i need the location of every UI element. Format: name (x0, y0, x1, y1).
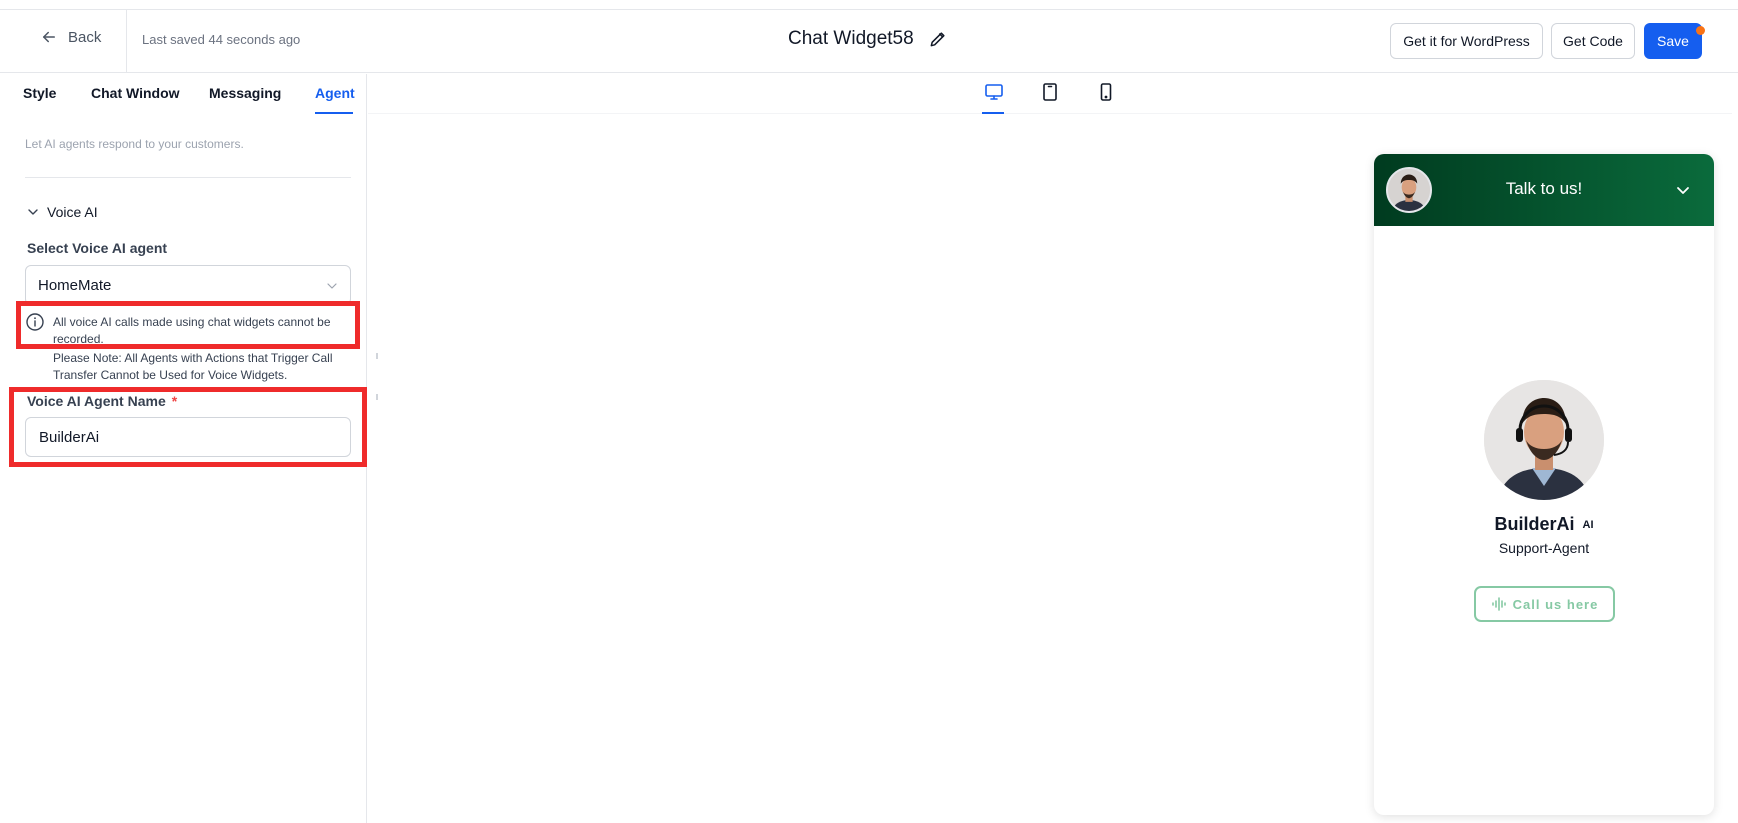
agent-display-name: BuilderAi AI (1374, 514, 1714, 535)
chat-widget-preview: Talk to us! BuilderAi AI Support-Agent Ca… (1374, 154, 1714, 815)
get-code-button[interactable]: Get Code (1551, 23, 1635, 59)
settings-tabs: Style Chat Window Messaging Agent (0, 74, 367, 114)
get-wordpress-button[interactable]: Get it for WordPress (1390, 23, 1543, 59)
agent-avatar-large (1484, 380, 1604, 500)
agent-name-input[interactable] (25, 417, 351, 457)
arrow-left-icon (43, 31, 55, 43)
resize-tick (376, 394, 378, 400)
last-saved-status: Last saved 44 seconds ago (142, 32, 301, 47)
desktop-icon (985, 84, 1003, 100)
resize-tick (376, 353, 378, 359)
active-tab-indicator (315, 112, 353, 114)
voice-ai-section-toggle[interactable]: Voice AI (27, 204, 98, 220)
back-button[interactable]: Back (40, 28, 101, 46)
recording-warning-text: All voice AI calls made using chat widge… (53, 315, 331, 346)
settings-panel: Style Chat Window Messaging Agent Let AI… (0, 74, 378, 823)
select-agent-label: Select Voice AI agent (27, 240, 168, 256)
section-divider (25, 177, 351, 178)
audio-wave-icon (1491, 597, 1506, 611)
voice-ai-section-label: Voice AI (47, 204, 98, 220)
tablet-preview-button[interactable] (1038, 82, 1062, 104)
save-button[interactable]: Save (1644, 23, 1702, 59)
page-title: Chat Widget58 (788, 28, 914, 49)
agent-portrait-icon (1484, 380, 1604, 500)
widget-header-title: Talk to us! (1505, 179, 1583, 198)
widget-header: Talk to us! (1374, 154, 1714, 226)
header-divider (126, 10, 127, 73)
widget-title-group: Chat Widget58 (788, 28, 948, 50)
required-asterisk: * (171, 393, 178, 409)
tab-messaging[interactable]: Messaging (209, 85, 281, 101)
tab-style[interactable]: Style (23, 85, 56, 101)
agent-name-text: BuilderAi (1494, 514, 1575, 534)
call-us-label: Call us here (1512, 596, 1599, 612)
selected-agent-value: HomeMate (38, 276, 112, 294)
info-icon (26, 313, 44, 331)
chevron-down-icon[interactable] (1676, 183, 1690, 197)
tab-agent[interactable]: Agent (315, 85, 355, 101)
editor-header: Back Last saved 44 seconds ago Chat Widg… (0, 10, 1738, 73)
back-label: Back (68, 28, 102, 46)
call-transfer-note: Please Note: All Agents with Actions tha… (53, 351, 333, 382)
agent-name-label: Voice AI Agent Name * (27, 393, 177, 409)
mobile-preview-button[interactable] (1094, 82, 1118, 104)
voice-agent-select[interactable]: HomeMate (25, 265, 351, 305)
unsaved-indicator-dot (1696, 26, 1705, 35)
pencil-icon[interactable] (928, 29, 948, 49)
chevron-down-icon (327, 283, 337, 289)
desktop-preview-button[interactable] (982, 82, 1006, 104)
tab-chat-window[interactable]: Chat Window (91, 85, 180, 101)
call-us-button[interactable]: Call us here (1474, 586, 1615, 622)
ai-badge: AI (1582, 519, 1594, 531)
tablet-icon (1043, 83, 1057, 101)
chevron-down-icon (28, 209, 38, 215)
mobile-icon (1100, 83, 1112, 101)
active-device-indicator (982, 112, 1004, 114)
agent-role: Support-Agent (1498, 540, 1590, 556)
agent-name-label-text: Voice AI Agent Name (27, 393, 166, 409)
agent-description: Let AI agents respond to your customers. (25, 137, 244, 151)
